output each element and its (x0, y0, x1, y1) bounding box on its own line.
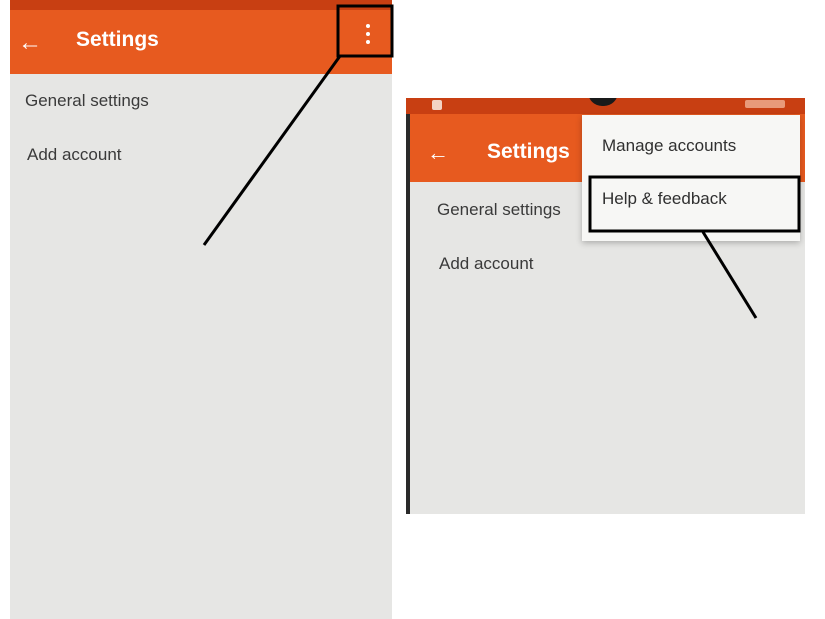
page-title: Settings (487, 140, 570, 163)
more-options-button[interactable] (358, 16, 378, 52)
settings-item-general[interactable]: General settings (437, 200, 561, 220)
status-icons (745, 100, 785, 108)
back-arrow-icon[interactable]: ← (16, 26, 44, 60)
left-phone-screen: ← Settings General settings Add account (10, 0, 392, 619)
settings-item-add-account[interactable]: Add account (439, 254, 534, 274)
more-vert-icon-dot (366, 40, 370, 44)
more-vert-icon (366, 24, 370, 28)
page-title: Settings (76, 28, 159, 51)
settings-item-general[interactable]: General settings (25, 91, 149, 111)
back-arrow-icon[interactable]: ← (424, 138, 452, 168)
tutorial-canvas: ← Settings General settings Add account … (0, 0, 825, 619)
lock-icon (432, 100, 442, 110)
app-bar (10, 10, 392, 74)
status-bar (10, 0, 392, 10)
menu-item-help-feedback[interactable]: Help & feedback (602, 189, 727, 209)
overflow-menu: Manage accounts Help & feedback (582, 115, 800, 241)
more-vert-icon-dot (366, 32, 370, 36)
phone-bezel-edge (406, 114, 410, 514)
settings-item-add-account[interactable]: Add account (27, 145, 122, 165)
right-phone-screen: ← Settings General settings Add account … (406, 98, 805, 514)
menu-item-manage-accounts[interactable]: Manage accounts (602, 136, 736, 156)
